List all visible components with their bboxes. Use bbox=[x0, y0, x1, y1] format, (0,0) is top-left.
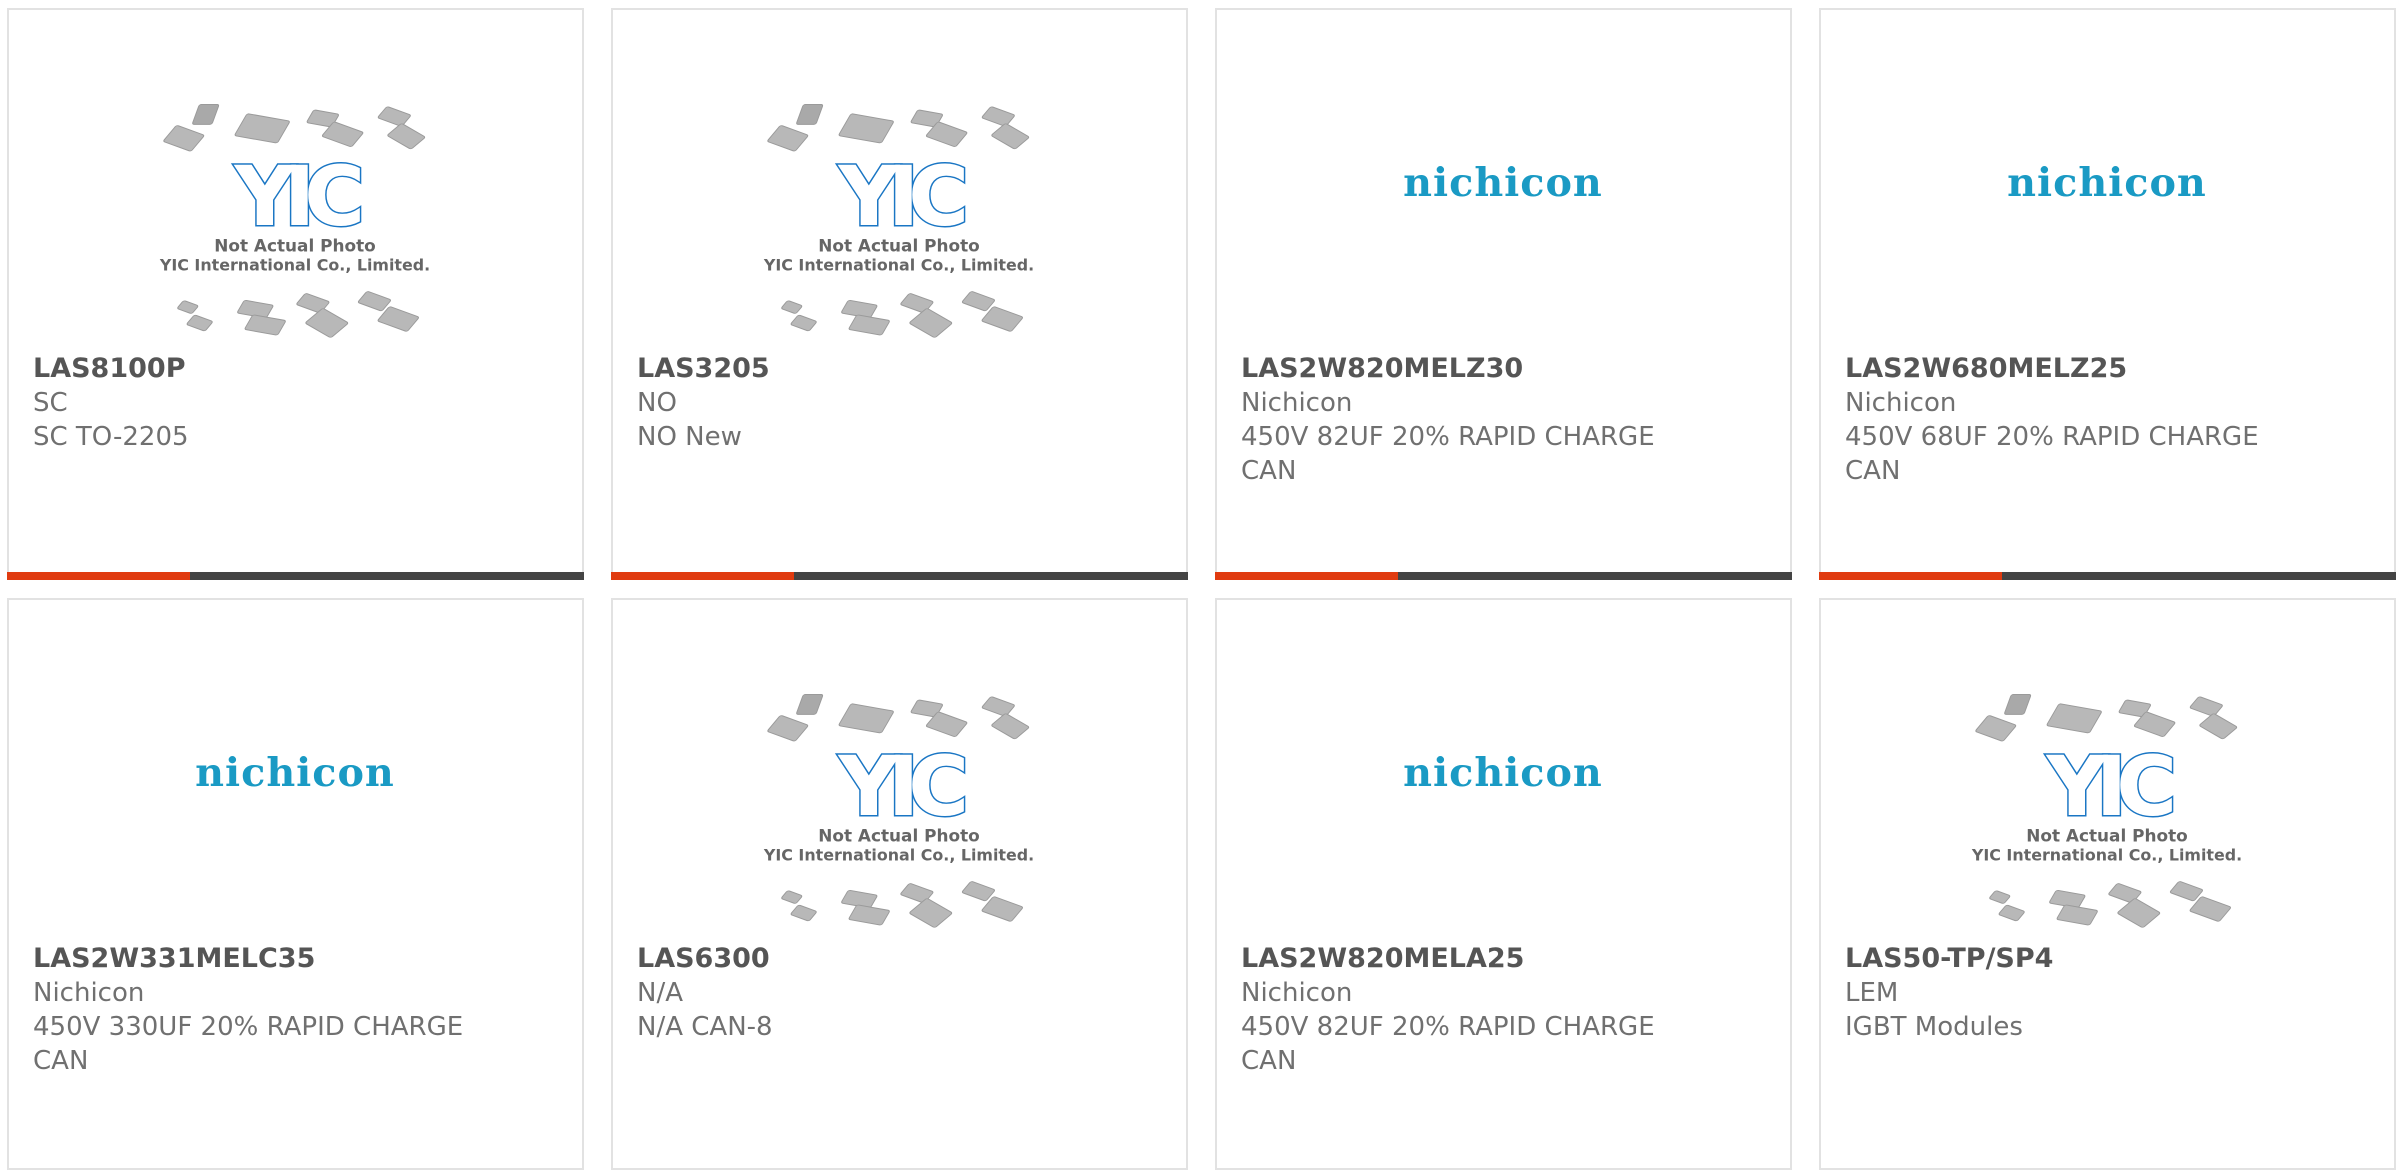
product-info: LAS2W680MELZ25 Nichicon 450V 68UF 20% RA… bbox=[1845, 352, 2315, 488]
manufacturer: SC bbox=[33, 388, 68, 418]
part-number[interactable]: LAS6300 bbox=[637, 942, 1107, 976]
description: 450V 330UF 20% RAPID CHARGE CAN bbox=[33, 1012, 464, 1076]
part-number[interactable]: LAS2W820MELZ30 bbox=[1241, 352, 1711, 386]
product-card[interactable]: nichicon LAS2W820MELZ30 Nichicon 450V 82… bbox=[1215, 8, 1792, 580]
product-card[interactable]: nichicon LAS2W680MELZ25 Nichicon 450V 68… bbox=[1819, 8, 2396, 580]
description: 450V 82UF 20% RAPID CHARGE CAN bbox=[1241, 422, 1655, 486]
product-card[interactable]: nichicon LAS2W820MELA25 Nichicon 450V 82… bbox=[1215, 598, 1792, 1170]
card-bottom-bar bbox=[1215, 572, 1792, 580]
part-number[interactable]: LAS2W680MELZ25 bbox=[1845, 352, 2315, 386]
yic-placeholder-icon: YICYICNot Actual PhotoYIC International … bbox=[159, 104, 430, 338]
product-image[interactable]: nichicon bbox=[1821, 10, 2394, 352]
svg-text:YIC: YIC bbox=[2046, 740, 2171, 835]
part-number[interactable]: LAS50-TP/SP4 bbox=[1845, 942, 2315, 976]
placeholder-line1: Not Actual Photo bbox=[818, 236, 979, 256]
manufacturer: NO bbox=[637, 388, 677, 418]
product-image[interactable]: YIC YIC Not Actual Photo YIC International … bbox=[613, 10, 1186, 352]
description: N/A CAN-8 bbox=[637, 1012, 773, 1042]
part-number[interactable]: LAS2W331MELC35 bbox=[33, 942, 503, 976]
part-number[interactable]: LAS2W820MELA25 bbox=[1241, 942, 1711, 976]
product-card[interactable]: YIC YIC Not Actual Photo YIC International … bbox=[611, 598, 1188, 1170]
placeholder-line2: YIC International Co., Limited. bbox=[763, 845, 1034, 864]
placeholder-line2: YIC International Co., Limited. bbox=[763, 255, 1034, 274]
nichicon-logo-icon: nichicon bbox=[1403, 160, 1603, 206]
svg-text:nichicon: nichicon bbox=[195, 750, 395, 796]
card-bottom-bar bbox=[611, 572, 1188, 580]
card-bottom-bar bbox=[1819, 572, 2396, 580]
product-info: LAS2W820MELA25 Nichicon 450V 82UF 20% RA… bbox=[1241, 942, 1711, 1078]
nichicon-logo-icon: nichicon bbox=[2007, 160, 2207, 206]
part-number[interactable]: LAS3205 bbox=[637, 352, 1107, 386]
svg-text:YIC: YIC bbox=[234, 150, 359, 245]
product-info: LAS3205 NO NO New bbox=[637, 352, 1107, 454]
card-accent bbox=[1819, 572, 2002, 580]
placeholder-line1: Not Actual Photo bbox=[818, 826, 979, 846]
svg-text:YIC: YIC bbox=[838, 740, 963, 835]
product-card[interactable]: nichicon LAS2W331MELC35 Nichicon 450V 33… bbox=[7, 598, 584, 1170]
product-card[interactable]: YIC YIC Not Actual Photo YIC International … bbox=[611, 8, 1188, 580]
part-number[interactable]: LAS8100P bbox=[33, 352, 503, 386]
card-bottom-bar bbox=[7, 572, 584, 580]
svg-text:nichicon: nichicon bbox=[1403, 750, 1603, 796]
placeholder-line2: YIC International Co., Limited. bbox=[159, 255, 430, 274]
product-image[interactable]: YIC YIC Not Actual Photo YIC International … bbox=[9, 10, 582, 352]
product-grid: YIC YIC Not Actual Photo YIC International … bbox=[0, 0, 2403, 1170]
product-card[interactable]: YIC YIC Not Actual Photo YIC International … bbox=[7, 8, 584, 580]
manufacturer: Nichicon bbox=[1241, 978, 1353, 1008]
placeholder-line1: Not Actual Photo bbox=[2026, 826, 2187, 846]
product-image[interactable]: nichicon bbox=[1217, 10, 1790, 352]
yic-placeholder-icon: YICYICNot Actual PhotoYIC International … bbox=[763, 104, 1034, 338]
svg-text:nichicon: nichicon bbox=[1403, 160, 1603, 206]
description: NO New bbox=[637, 422, 742, 452]
nichicon-logo-icon: nichicon bbox=[195, 750, 395, 796]
product-image[interactable]: YIC YIC Not Actual Photo YIC International … bbox=[613, 600, 1186, 942]
description: 450V 82UF 20% RAPID CHARGE CAN bbox=[1241, 1012, 1655, 1076]
svg-text:nichicon: nichicon bbox=[2007, 160, 2207, 206]
nichicon-logo-icon: nichicon bbox=[1403, 750, 1603, 796]
manufacturer: Nichicon bbox=[1845, 388, 1957, 418]
product-info: LAS2W820MELZ30 Nichicon 450V 82UF 20% RA… bbox=[1241, 352, 1711, 488]
manufacturer: Nichicon bbox=[1241, 388, 1353, 418]
product-info: LAS2W331MELC35 Nichicon 450V 330UF 20% R… bbox=[33, 942, 503, 1078]
manufacturer: Nichicon bbox=[33, 978, 145, 1008]
card-accent bbox=[1215, 572, 1398, 580]
product-image[interactable]: nichicon bbox=[9, 600, 582, 942]
svg-text:YIC: YIC bbox=[838, 150, 963, 245]
card-accent bbox=[611, 572, 794, 580]
product-info: LAS6300 N/A N/A CAN-8 bbox=[637, 942, 1107, 1044]
product-info: LAS50-TP/SP4 LEM IGBT Modules bbox=[1845, 942, 2315, 1044]
product-card[interactable]: YIC YIC Not Actual Photo YIC International … bbox=[1819, 598, 2396, 1170]
placeholder-line2: YIC International Co., Limited. bbox=[1971, 845, 2242, 864]
description: IGBT Modules bbox=[1845, 1012, 2023, 1042]
product-image[interactable]: nichicon bbox=[1217, 600, 1790, 942]
yic-placeholder-icon: YICYICNot Actual PhotoYIC International … bbox=[763, 694, 1034, 928]
description: SC TO-2205 bbox=[33, 422, 189, 452]
yic-placeholder-icon: YICYICNot Actual PhotoYIC International … bbox=[1971, 694, 2242, 928]
product-info: LAS8100P SC SC TO-2205 bbox=[33, 352, 503, 454]
manufacturer: N/A bbox=[637, 978, 683, 1008]
manufacturer: LEM bbox=[1845, 978, 1899, 1008]
description: 450V 68UF 20% RAPID CHARGE CAN bbox=[1845, 422, 2259, 486]
card-accent bbox=[7, 572, 190, 580]
placeholder-line1: Not Actual Photo bbox=[214, 236, 375, 256]
product-image[interactable]: YIC YIC Not Actual Photo YIC International … bbox=[1821, 600, 2394, 942]
